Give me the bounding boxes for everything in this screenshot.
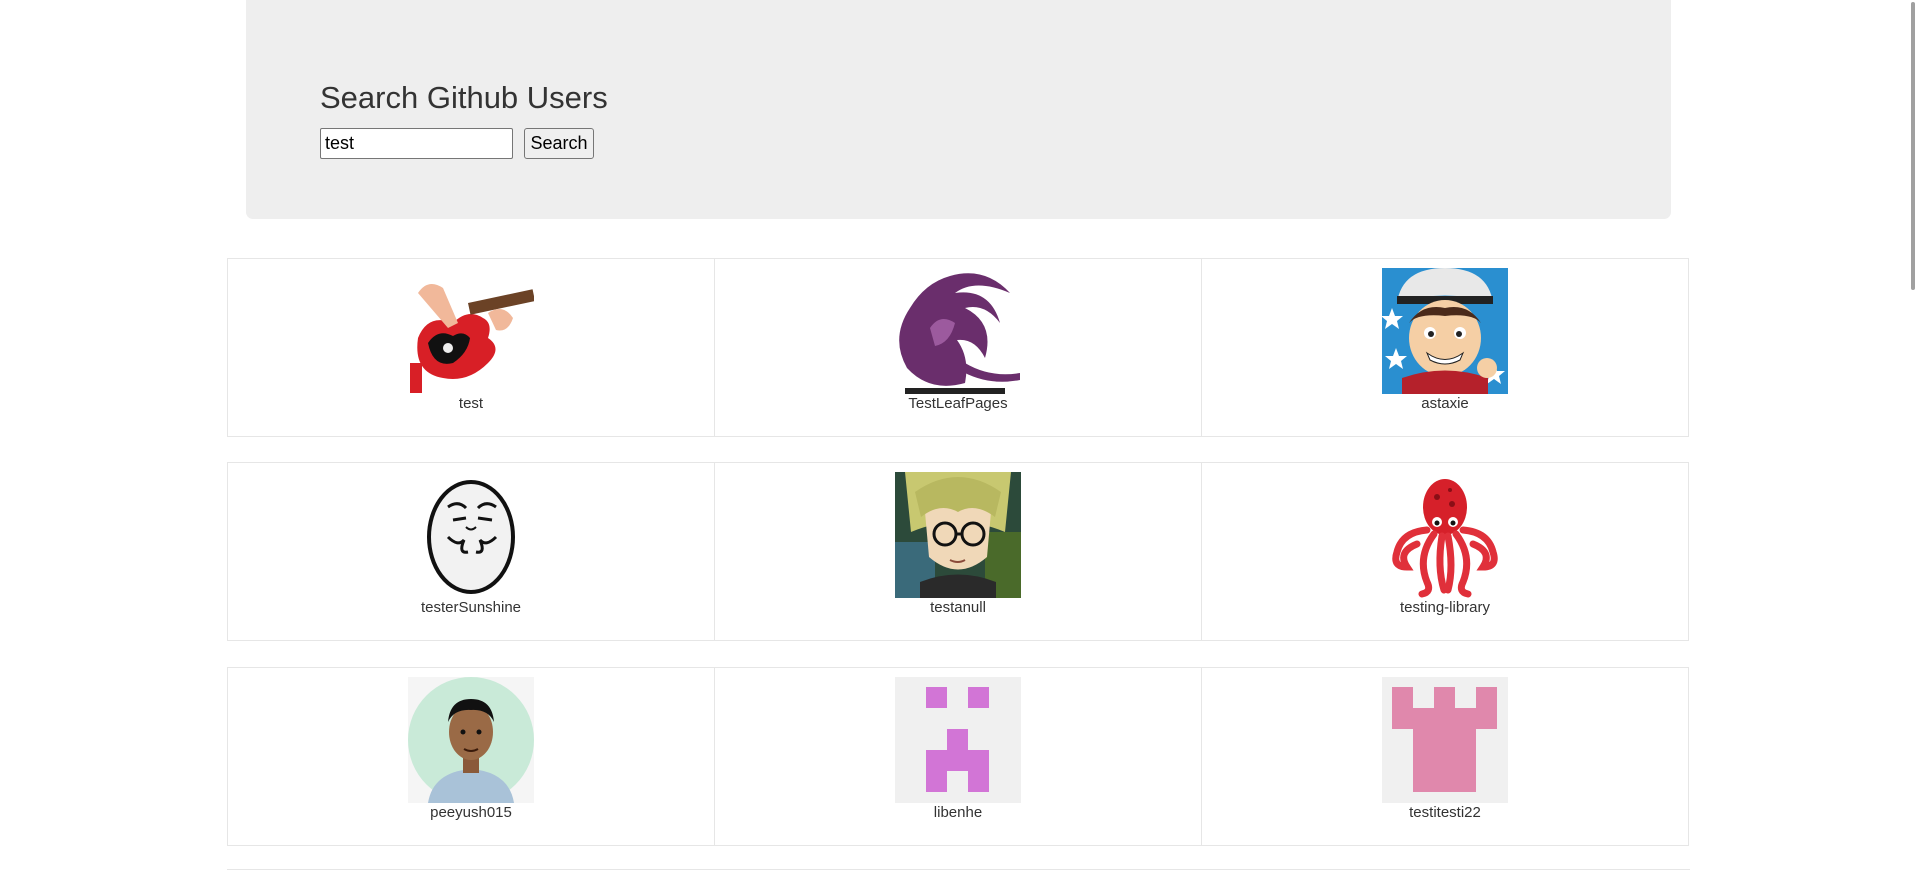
guitar-player-avatar[interactable] bbox=[408, 268, 534, 394]
user-card[interactable]: testanull bbox=[714, 462, 1202, 641]
page-title: Search Github Users bbox=[320, 80, 608, 115]
user-login[interactable]: TestLeafPages bbox=[715, 395, 1201, 413]
user-card[interactable]: libenhe bbox=[714, 667, 1202, 846]
user-card[interactable]: TestLeafPages bbox=[714, 258, 1202, 437]
user-card[interactable]: test bbox=[227, 258, 715, 437]
rage-face-avatar[interactable] bbox=[408, 472, 534, 598]
red-octopus-avatar[interactable] bbox=[1382, 472, 1508, 598]
user-login[interactable]: testerSunshine bbox=[228, 599, 714, 617]
user-card[interactable]: testing-library bbox=[1201, 462, 1689, 641]
user-login[interactable]: testanull bbox=[715, 599, 1201, 617]
person-photo-avatar[interactable] bbox=[408, 677, 534, 803]
identicon-avatar[interactable] bbox=[1382, 677, 1508, 803]
search-header: Search Github Users Search bbox=[246, 0, 1671, 219]
user-login[interactable]: testitesti22 bbox=[1202, 804, 1688, 822]
identicon-avatar[interactable] bbox=[895, 677, 1021, 803]
user-card[interactable]: astaxie bbox=[1201, 258, 1689, 437]
user-card[interactable]: peeyush015 bbox=[227, 667, 715, 846]
search-button[interactable]: Search bbox=[524, 128, 594, 159]
search-input[interactable] bbox=[320, 128, 513, 159]
scrollbar-thumb[interactable] bbox=[1911, 2, 1915, 290]
user-card[interactable]: testerSunshine bbox=[227, 462, 715, 641]
cartoon-man-hat-avatar[interactable] bbox=[1382, 268, 1508, 394]
user-login[interactable]: astaxie bbox=[1202, 395, 1688, 413]
user-login[interactable]: peeyush015 bbox=[228, 804, 714, 822]
user-login[interactable]: test bbox=[228, 395, 714, 413]
page-scrollbar[interactable] bbox=[1904, 0, 1917, 872]
results-row: testerSunshine testanull testing-library bbox=[227, 462, 1690, 641]
purple-bird-logo-avatar[interactable] bbox=[895, 268, 1021, 394]
anime-glasses-avatar[interactable] bbox=[895, 472, 1021, 598]
results-row: peeyush015 libenhe testitesti22 bbox=[227, 667, 1690, 846]
user-login[interactable]: libenhe bbox=[715, 804, 1201, 822]
user-card[interactable]: testitesti22 bbox=[1201, 667, 1689, 846]
next-results-row bbox=[227, 869, 1690, 876]
results-row: test TestLeafPages astaxie bbox=[227, 258, 1690, 437]
user-login[interactable]: testing-library bbox=[1202, 599, 1688, 617]
